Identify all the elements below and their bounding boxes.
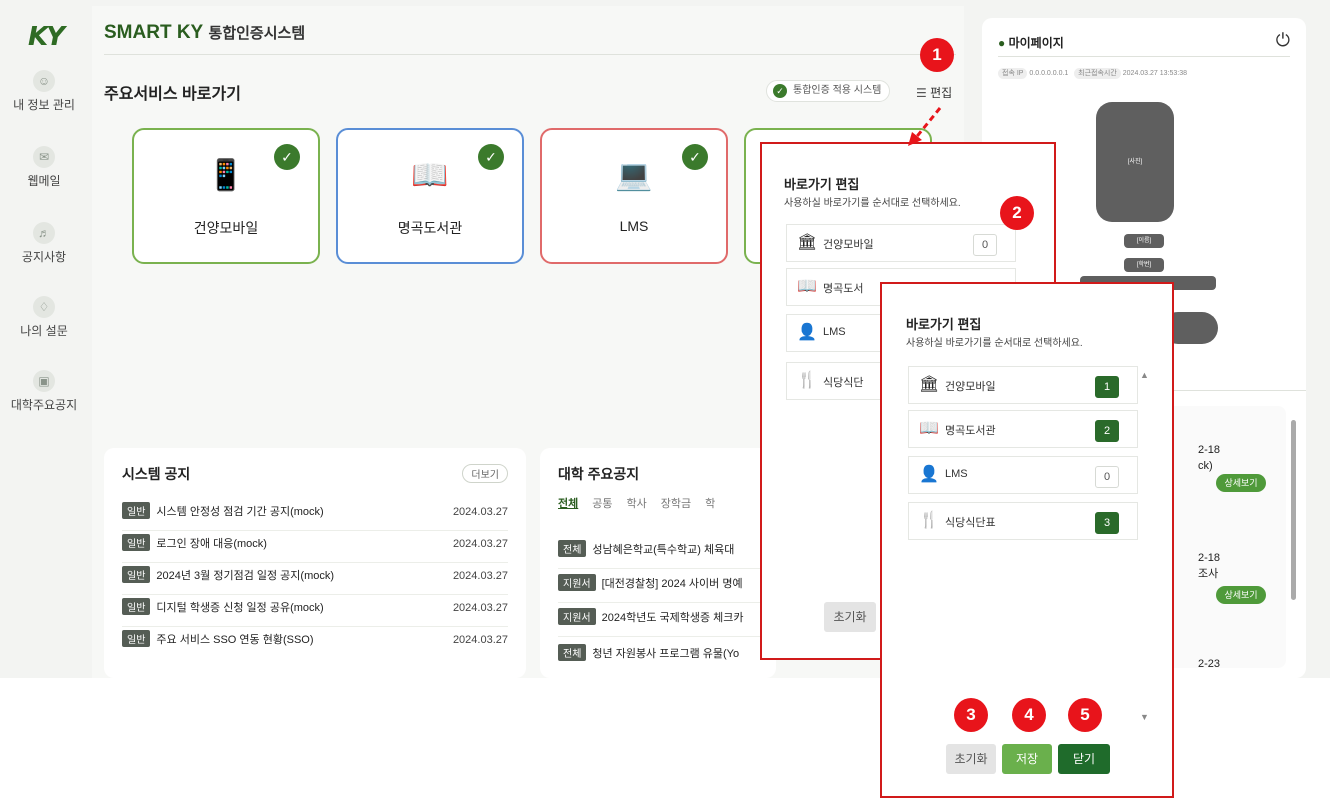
mypage-title: ● 마이페이지 bbox=[998, 36, 1064, 50]
sidebar-item-label: 대학주요공지 bbox=[10, 398, 78, 412]
laptop-user-icon: 👤 bbox=[919, 466, 939, 483]
tab-common[interactable]: 공통 bbox=[592, 498, 612, 510]
megaphone-icon: ♬ bbox=[33, 222, 55, 244]
laptop-user-icon: 💻 bbox=[615, 159, 653, 192]
tab-scholarship[interactable]: 장학금 bbox=[661, 498, 691, 510]
cafeteria-icon: 🍴 bbox=[797, 372, 817, 389]
list-item[interactable]: 일반 디지털 학생증 신청 일정 공유(mock) 2024.03.27 bbox=[122, 598, 508, 627]
book-icon: 📖 bbox=[797, 278, 817, 295]
shortcut-card-library[interactable]: 📖 ✓ 명곡도서관 bbox=[336, 128, 524, 264]
reset-button[interactable]: 초기화 bbox=[824, 602, 876, 632]
user-icon: ● bbox=[998, 36, 1006, 50]
pointer-arrow bbox=[908, 107, 942, 146]
list-item[interactable]: 전체 청년 자원봉사 프로그램 유물(Yo bbox=[558, 644, 776, 672]
mobile-icon: 🏛 bbox=[797, 234, 818, 251]
close-button[interactable]: 닫기 bbox=[1058, 744, 1110, 774]
divider bbox=[104, 54, 956, 55]
list-item[interactable]: 전체 성남혜은학교(특수학교) 체육대 bbox=[558, 540, 776, 569]
system-notice-board: 시스템 공지 더보기 일반 시스템 안정성 점검 기간 공지(mock) 2024.… bbox=[104, 448, 526, 678]
list-item[interactable]: 일반 시스템 안정성 점검 기간 공지(mock) 2024.03.27 bbox=[122, 502, 508, 531]
tab-all[interactable]: 전체 bbox=[558, 498, 578, 510]
list-item: 2-18 ck) bbox=[1198, 444, 1221, 472]
list-item: 2-18 조사 bbox=[1198, 552, 1221, 580]
bell-icon: ♢ bbox=[33, 296, 55, 318]
mail-icon: ✉ bbox=[33, 146, 55, 168]
sidebar-item-my-info[interactable]: ☺ 내 정보 관리 bbox=[0, 70, 88, 113]
access-info: 접속 IP 0.0.0.0.0.0.1 최근접속시간 2024.03.27 13… bbox=[998, 68, 1187, 79]
tab-more[interactable]: 학 bbox=[705, 498, 715, 510]
shortcut-card-lms[interactable]: 💻 ✓ LMS bbox=[540, 128, 728, 264]
detail-button[interactable]: 상세보기 bbox=[1216, 586, 1266, 604]
detail-button[interactable]: 상세보기 bbox=[1216, 474, 1266, 492]
profile-id: [학번] bbox=[1124, 258, 1164, 272]
univ-notice-board: 대학 주요공지 전체 공통 학사 장학금 학 전체 성남혜은학교(특수학교) 체육대 지원… bbox=[540, 448, 776, 678]
sidebar-item-webmail[interactable]: ✉ 웹메일 bbox=[0, 146, 88, 189]
inbox-icon: ▣ bbox=[33, 370, 55, 392]
callout-3: 3 bbox=[954, 698, 988, 732]
sidebar-item-univ-notice[interactable]: ▣ 대학주요공지 bbox=[0, 370, 88, 413]
laptop-user-icon: 👤 bbox=[797, 324, 817, 341]
sidebar-item-notice[interactable]: ♬ 공지사항 bbox=[0, 222, 88, 265]
cafeteria-icon: 🍴 bbox=[919, 512, 939, 529]
sidebar-item-survey[interactable]: ♢ 나의 설문 bbox=[0, 296, 88, 339]
check-icon: ✓ bbox=[682, 144, 708, 170]
scrollbar[interactable] bbox=[1291, 420, 1296, 600]
callout-2: 2 bbox=[1000, 196, 1034, 230]
mobile-icon: 🏛 bbox=[919, 376, 940, 393]
more-button[interactable]: 더보기 bbox=[462, 464, 508, 483]
list-item[interactable]: 일반 로그인 장애 대응(mock) 2024.03.27 bbox=[122, 534, 508, 563]
modal-item[interactable]: 🍴 식당식단표 3 bbox=[908, 502, 1138, 540]
modal-item[interactable]: 🏛 건양모바일 0 bbox=[786, 224, 1016, 262]
sidebar-item-label: 내 정보 관리 bbox=[13, 98, 75, 112]
ky-logo: KY bbox=[28, 22, 65, 52]
check-icon: ✓ bbox=[274, 144, 300, 170]
mobile-icon: 📱 bbox=[207, 159, 245, 192]
check-icon: ✓ bbox=[478, 144, 504, 170]
tab-academic[interactable]: 학사 bbox=[627, 498, 647, 510]
reset-button[interactable]: 초기화 bbox=[946, 744, 996, 774]
app-title: SMART KY 통합인증시스템 bbox=[104, 22, 306, 43]
book-icon: 📖 bbox=[919, 420, 939, 437]
scroll-up-icon[interactable]: ▲ bbox=[1140, 370, 1149, 380]
list-item[interactable]: 일반 주요 서비스 SSO 연동 현황(SSO) 2024.03.27 bbox=[122, 630, 508, 658]
callout-5: 5 bbox=[1068, 698, 1102, 732]
sidebar-item-label: 웹메일 bbox=[27, 174, 61, 188]
scroll-down-icon[interactable]: ▼ bbox=[1140, 712, 1149, 722]
power-icon[interactable]: ⏻ bbox=[1276, 30, 1290, 51]
edit-shortcuts-button[interactable]: ☰ 편집 bbox=[916, 84, 952, 101]
profile-name: [이름] bbox=[1124, 234, 1164, 248]
modal-item[interactable]: 📖 명곡도서관 2 bbox=[908, 410, 1138, 448]
section-title: 주요서비스 바로가기 bbox=[104, 86, 241, 103]
sidebar-item-label: 나의 설문 bbox=[20, 324, 68, 338]
sliders-icon: ☰ bbox=[916, 86, 927, 100]
shortcut-card-mobile[interactable]: 📱 ✓ 건양모바일 bbox=[132, 128, 320, 264]
list-item[interactable]: 일반 2024년 3월 정기점검 일정 공지(mock) 2024.03.27 bbox=[122, 566, 508, 595]
sidebar-item-label: 공지사항 bbox=[21, 250, 67, 264]
modal-item[interactable]: 👤 LMS 0 bbox=[908, 456, 1138, 494]
callout-4: 4 bbox=[1012, 698, 1046, 732]
book-icon: 📖 bbox=[411, 159, 449, 192]
sso-badge: ✓ 통합인증 적용 시스템 bbox=[766, 80, 891, 102]
list-item[interactable]: 지원서 2024학년도 국제학생증 체크카 bbox=[558, 608, 776, 637]
save-button[interactable]: 저장 bbox=[1002, 744, 1052, 774]
modal-item[interactable]: 🏛 건양모바일 1 bbox=[908, 366, 1138, 404]
person-icon: ☺ bbox=[33, 70, 55, 92]
notice-tabs: 전체 공통 학사 장학금 학 bbox=[558, 494, 729, 512]
check-icon: ✓ bbox=[773, 84, 787, 98]
callout-1: 1 bbox=[920, 38, 954, 72]
list-item: 2-23 bbox=[1198, 658, 1221, 670]
profile-photo: [사진] bbox=[1096, 102, 1174, 222]
list-item[interactable]: 지원서 [대전경찰청] 2024 사이버 명예 bbox=[558, 574, 776, 603]
